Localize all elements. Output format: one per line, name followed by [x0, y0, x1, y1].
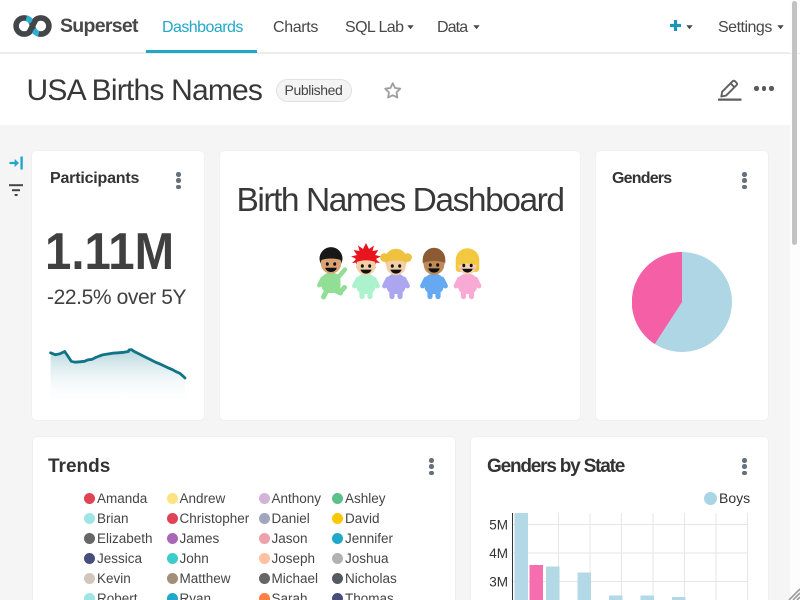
- svg-text:4M: 4M: [489, 546, 508, 561]
- svg-text:3M: 3M: [489, 575, 508, 590]
- svg-text:5M: 5M: [489, 518, 508, 533]
